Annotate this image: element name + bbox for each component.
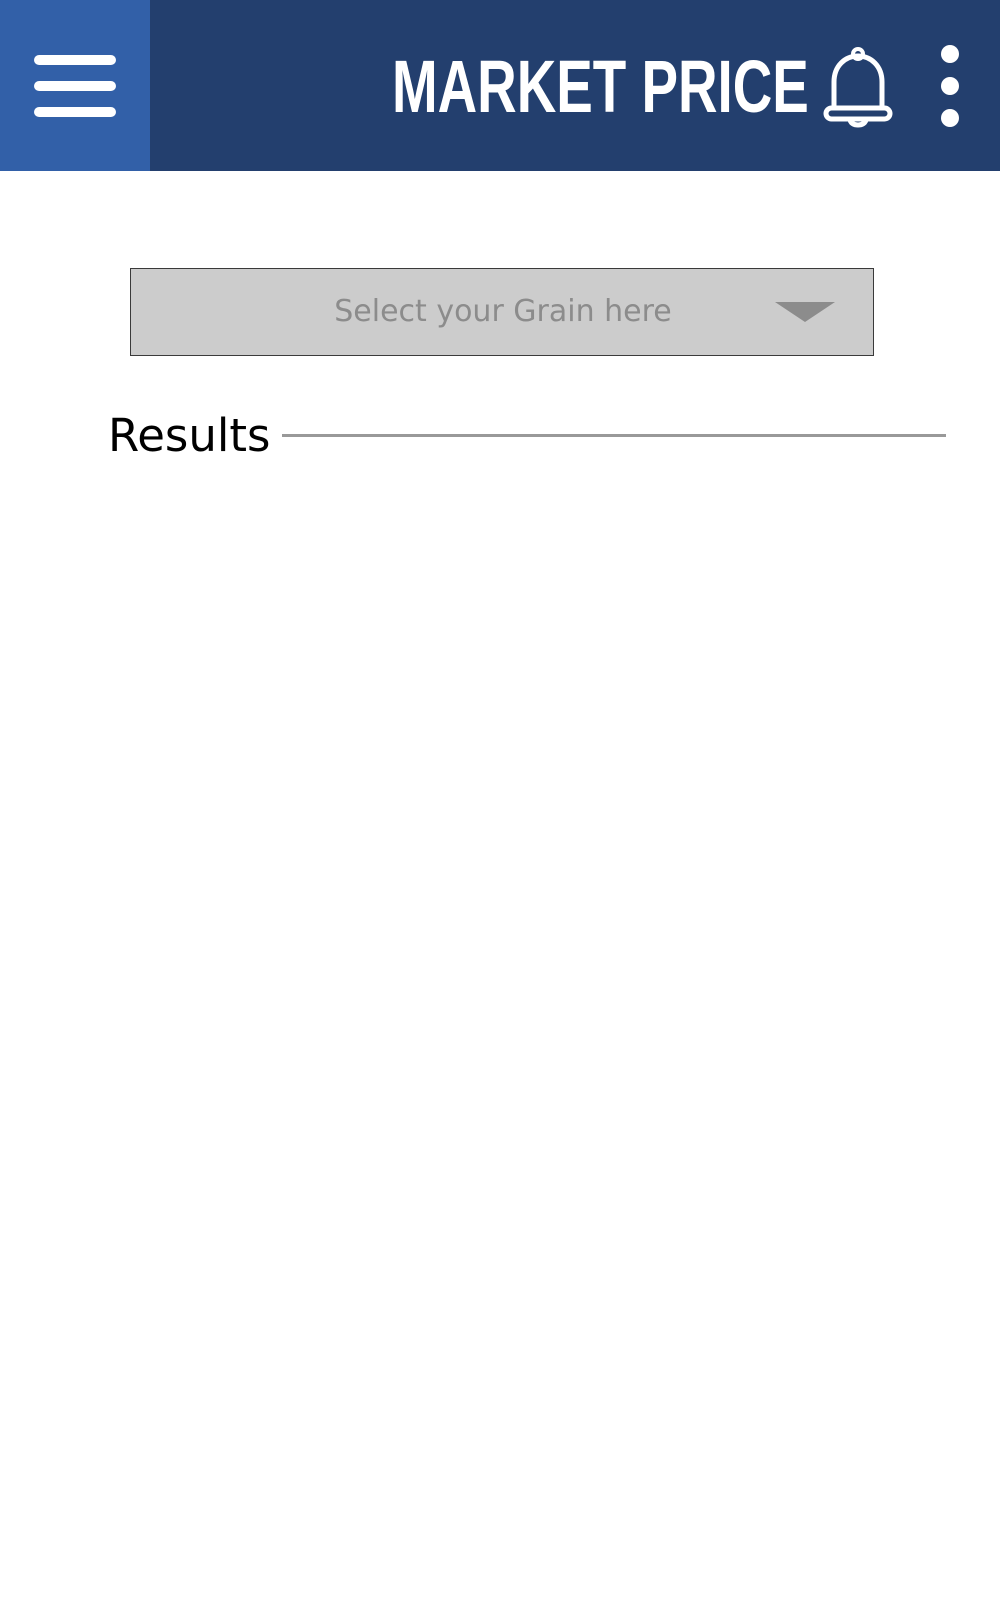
page-title: MARKET PRICE [392, 45, 809, 128]
caret-down-icon [775, 302, 835, 322]
grain-select-dropdown[interactable]: Select your Grain here [130, 268, 874, 356]
more-options-button[interactable] [930, 40, 970, 132]
vertical-dots-icon [941, 45, 959, 127]
results-heading: Results [108, 409, 271, 462]
menu-button[interactable] [0, 0, 150, 171]
grain-select-placeholder: Select your Grain here [334, 294, 672, 329]
hamburger-menu-icon [34, 54, 116, 117]
app-bar: MARKET PRICE [0, 0, 1000, 171]
notifications-button[interactable] [818, 42, 898, 132]
results-divider [282, 434, 946, 437]
bell-icon [823, 47, 893, 128]
